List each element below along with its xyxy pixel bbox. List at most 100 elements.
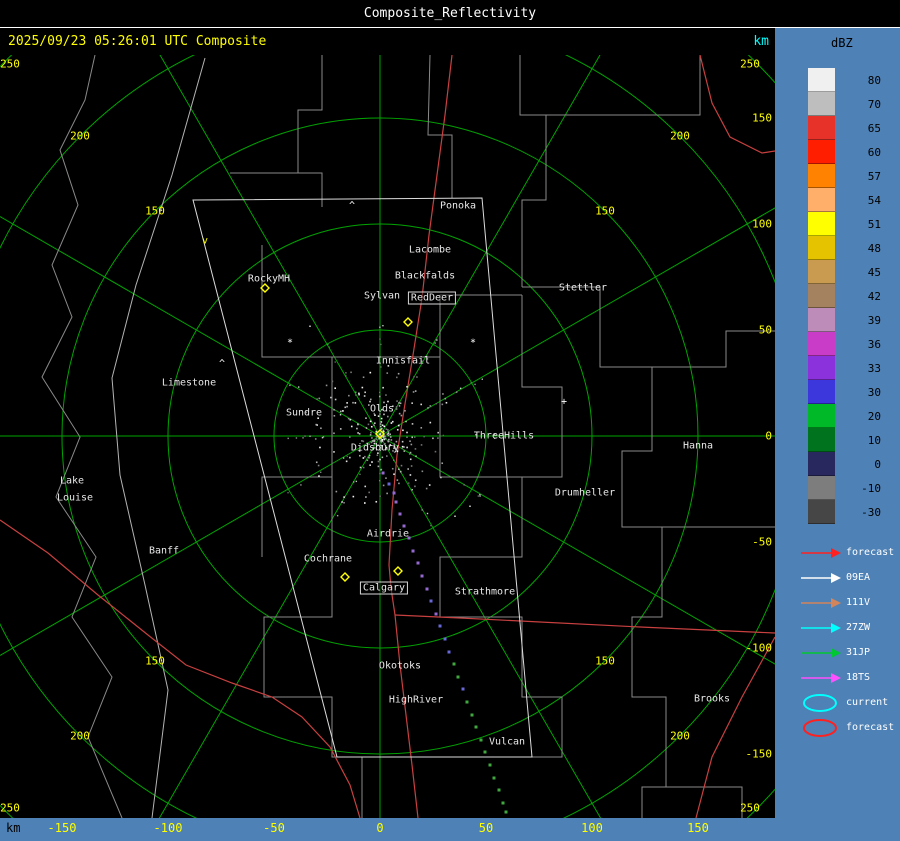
echo-dot	[334, 361, 336, 363]
echo-dot	[339, 428, 342, 430]
echo-dot	[370, 425, 373, 428]
echo-dot	[358, 432, 361, 435]
radar-canvas[interactable]	[0, 55, 775, 818]
boundary-line	[263, 477, 363, 818]
echo-dot	[380, 468, 383, 471]
dbz-color-swatch	[808, 164, 835, 188]
dbz-color-swatch	[808, 332, 835, 356]
echo-dot	[412, 391, 415, 393]
echo-dot	[380, 417, 383, 420]
city-label-ponoka: Ponoka	[439, 200, 477, 212]
echo-dot	[442, 434, 445, 437]
dbz-scale-value: 30	[867, 385, 881, 399]
track-dot	[438, 624, 442, 628]
echo-dot	[327, 343, 329, 345]
dbz-scale-value: 42	[867, 289, 881, 303]
echo-dot	[348, 394, 350, 397]
dbz-color-swatch	[808, 140, 835, 164]
echo-dot	[343, 502, 345, 504]
echo-dot	[365, 427, 368, 429]
echo-dot	[414, 448, 417, 450]
dbz-scale-row: 48	[808, 236, 881, 260]
legend-row: 111V	[799, 590, 894, 615]
dbz-scale-value: 10	[867, 433, 881, 447]
radar-display[interactable]: Ponoka Lacombe Blackfalds Sylvan RedDeer Rock…	[0, 55, 775, 818]
echo-dot	[379, 472, 381, 475]
bottom-axis: km -150 -100 -50 0 50 100 150	[0, 818, 775, 841]
echo-dot	[369, 434, 372, 436]
echo-dot	[377, 460, 380, 463]
dbz-color-swatch	[808, 452, 835, 476]
echo-dot	[403, 446, 405, 448]
legend-label: 31JP	[846, 647, 871, 658]
boundary-line	[666, 786, 743, 818]
legend-arrow-icon	[801, 647, 841, 658]
boundary-line	[111, 57, 206, 818]
echo-dot	[379, 423, 382, 425]
city-label-strathmore: Strathmore	[454, 586, 516, 598]
dbz-color-swatch	[808, 212, 835, 236]
dbz-scale-title: dBZ	[831, 36, 853, 50]
echo-dot	[408, 453, 411, 455]
dbz-scale-value: 60	[867, 145, 881, 159]
echo-dot	[316, 398, 318, 400]
echo-dot	[413, 375, 415, 378]
city-label-olds: Olds	[369, 403, 395, 415]
dbz-scale-value: 70	[867, 97, 881, 111]
radar-column: 2025/09/23 05:26:01 UTC Composite km Pon…	[0, 28, 775, 841]
echo-dot	[333, 432, 335, 435]
echo-dot	[410, 465, 413, 467]
echo-dot	[409, 458, 412, 461]
echo-dot	[400, 414, 403, 417]
echo-dot	[432, 437, 434, 440]
echo-dot	[368, 491, 370, 494]
dbz-scale-row: 30	[808, 380, 881, 404]
echo-dot	[379, 421, 382, 424]
echo-dot	[395, 376, 398, 379]
dbz-scale-value: 65	[867, 121, 881, 135]
echo-dot	[364, 391, 366, 394]
echo-dot	[455, 391, 458, 393]
legend-label: 111V	[846, 597, 871, 608]
track-dot	[392, 491, 396, 495]
map-marker-glyph: ·	[306, 321, 314, 333]
echo-dot	[352, 495, 355, 498]
echo-dot	[345, 375, 347, 377]
legend-row: 09EA	[799, 565, 894, 590]
echo-dot	[358, 393, 360, 396]
echo-dot	[371, 461, 373, 463]
range-ring-distance-label: 250	[740, 57, 760, 71]
echo-dot	[409, 474, 412, 476]
echo-dot	[429, 405, 432, 407]
track-dot	[429, 599, 433, 603]
dbz-color-swatch	[808, 404, 835, 428]
echo-dot	[414, 485, 416, 488]
legend-label: 09EA	[846, 572, 871, 583]
echo-dot	[390, 439, 393, 441]
echo-dot	[361, 440, 363, 442]
echo-dot	[396, 408, 398, 410]
dbz-color-swatch	[808, 92, 835, 116]
right-axis-tick: 0	[765, 429, 772, 443]
storm-legend: forecast 09EA 111V 27ZW 31JP 18TS current forec…	[799, 540, 894, 740]
echo-dot	[463, 484, 465, 486]
echo-dot	[300, 484, 302, 486]
echo-dot	[383, 438, 386, 440]
echo-dot	[352, 481, 355, 483]
track-dot	[443, 637, 447, 641]
echo-dot	[341, 501, 343, 503]
echo-dot	[378, 479, 381, 482]
echo-dot	[315, 423, 318, 426]
city-label-rockymh: RockyMH	[247, 273, 291, 285]
dbz-scale-value: -30	[861, 505, 881, 519]
city-label-blackfalds: Blackfalds	[394, 270, 456, 282]
echo-dot	[363, 466, 365, 469]
dbz-color-swatch	[808, 260, 835, 284]
city-label-airdrie: Airdrie	[366, 528, 410, 540]
city-label-sylvan: Sylvan	[363, 290, 401, 302]
echo-dot	[398, 468, 400, 470]
range-ring-distance-label: 200	[70, 729, 90, 743]
city-label-sundre: Sundre	[285, 407, 323, 419]
echo-dot	[345, 372, 347, 374]
echo-dot	[414, 479, 417, 482]
